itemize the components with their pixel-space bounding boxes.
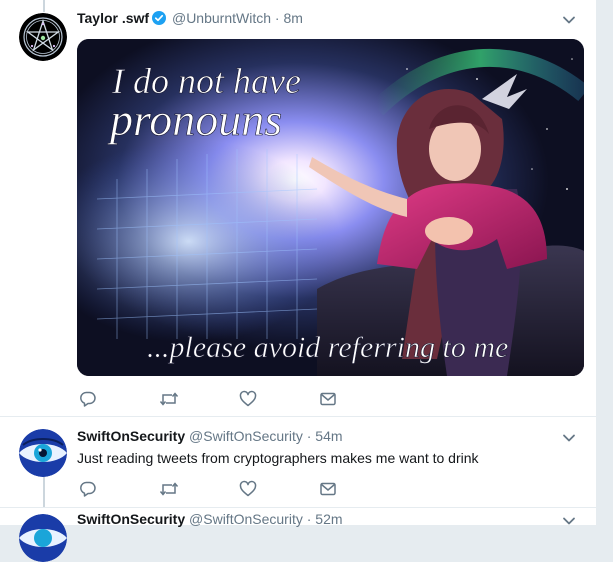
reply-icon[interactable] [79,390,101,410]
avatar[interactable] [19,13,67,61]
timeline: Taylor .swf @UnburntWitch · 8m I do not … [0,0,596,562]
user-handle[interactable]: @UnburntWitch [172,10,271,26]
avatar[interactable] [19,429,67,477]
reply-icon[interactable] [79,480,101,500]
tweet-text: Just reading tweets from cryptographers … [77,450,479,466]
chevron-down-icon[interactable] [562,431,576,445]
anime-pronouns-image: I do not have pronouns ...please avoid r… [77,39,584,376]
tweet-header: Taylor .swf @UnburntWitch · 8m [77,9,303,29]
envelope-icon[interactable] [319,390,341,410]
eye-avatar-image [19,514,67,562]
separator-dot: · [274,10,280,26]
display-name[interactable]: SwiftOnSecurity [77,428,185,444]
tweet-header: SwiftOnSecurity @SwiftOnSecurity · 52m [77,510,343,528]
display-name[interactable]: Taylor .swf [77,10,149,26]
thread-line [43,0,45,12]
tweet[interactable]: SwiftOnSecurity @SwiftOnSecurity · 54m J… [0,417,596,508]
separator-dot: · [306,428,312,444]
tweet[interactable]: Taylor .swf @UnburntWitch · 8m I do not … [0,0,596,417]
eye-avatar-image [19,429,67,477]
tweet-header: SwiftOnSecurity @SwiftOnSecurity · 54m [77,427,343,445]
envelope-icon[interactable] [319,480,341,500]
page-background-gutter [596,0,613,525]
media-caption-line2: pronouns [107,94,282,145]
retweet-icon[interactable] [159,390,181,410]
chevron-down-icon[interactable] [562,13,576,27]
timestamp[interactable]: 8m [283,10,302,26]
tweet[interactable]: SwiftOnSecurity @SwiftOnSecurity · 52m [0,508,596,562]
heart-icon[interactable] [239,390,261,410]
media-caption-line3: ...please avoid referring to me [147,331,508,364]
user-handle[interactable]: @SwiftOnSecurity [189,428,303,444]
avatar[interactable] [19,514,67,562]
chevron-down-icon[interactable] [562,514,576,528]
timestamp[interactable]: 54m [315,428,342,444]
retweet-icon[interactable] [159,480,181,500]
heart-icon[interactable] [239,480,261,500]
thread-line [43,473,45,507]
tweet-media-image[interactable]: I do not have pronouns ...please avoid r… [77,39,584,376]
verified-badge-icon [152,11,167,29]
pentagram-avatar-image [19,13,67,61]
